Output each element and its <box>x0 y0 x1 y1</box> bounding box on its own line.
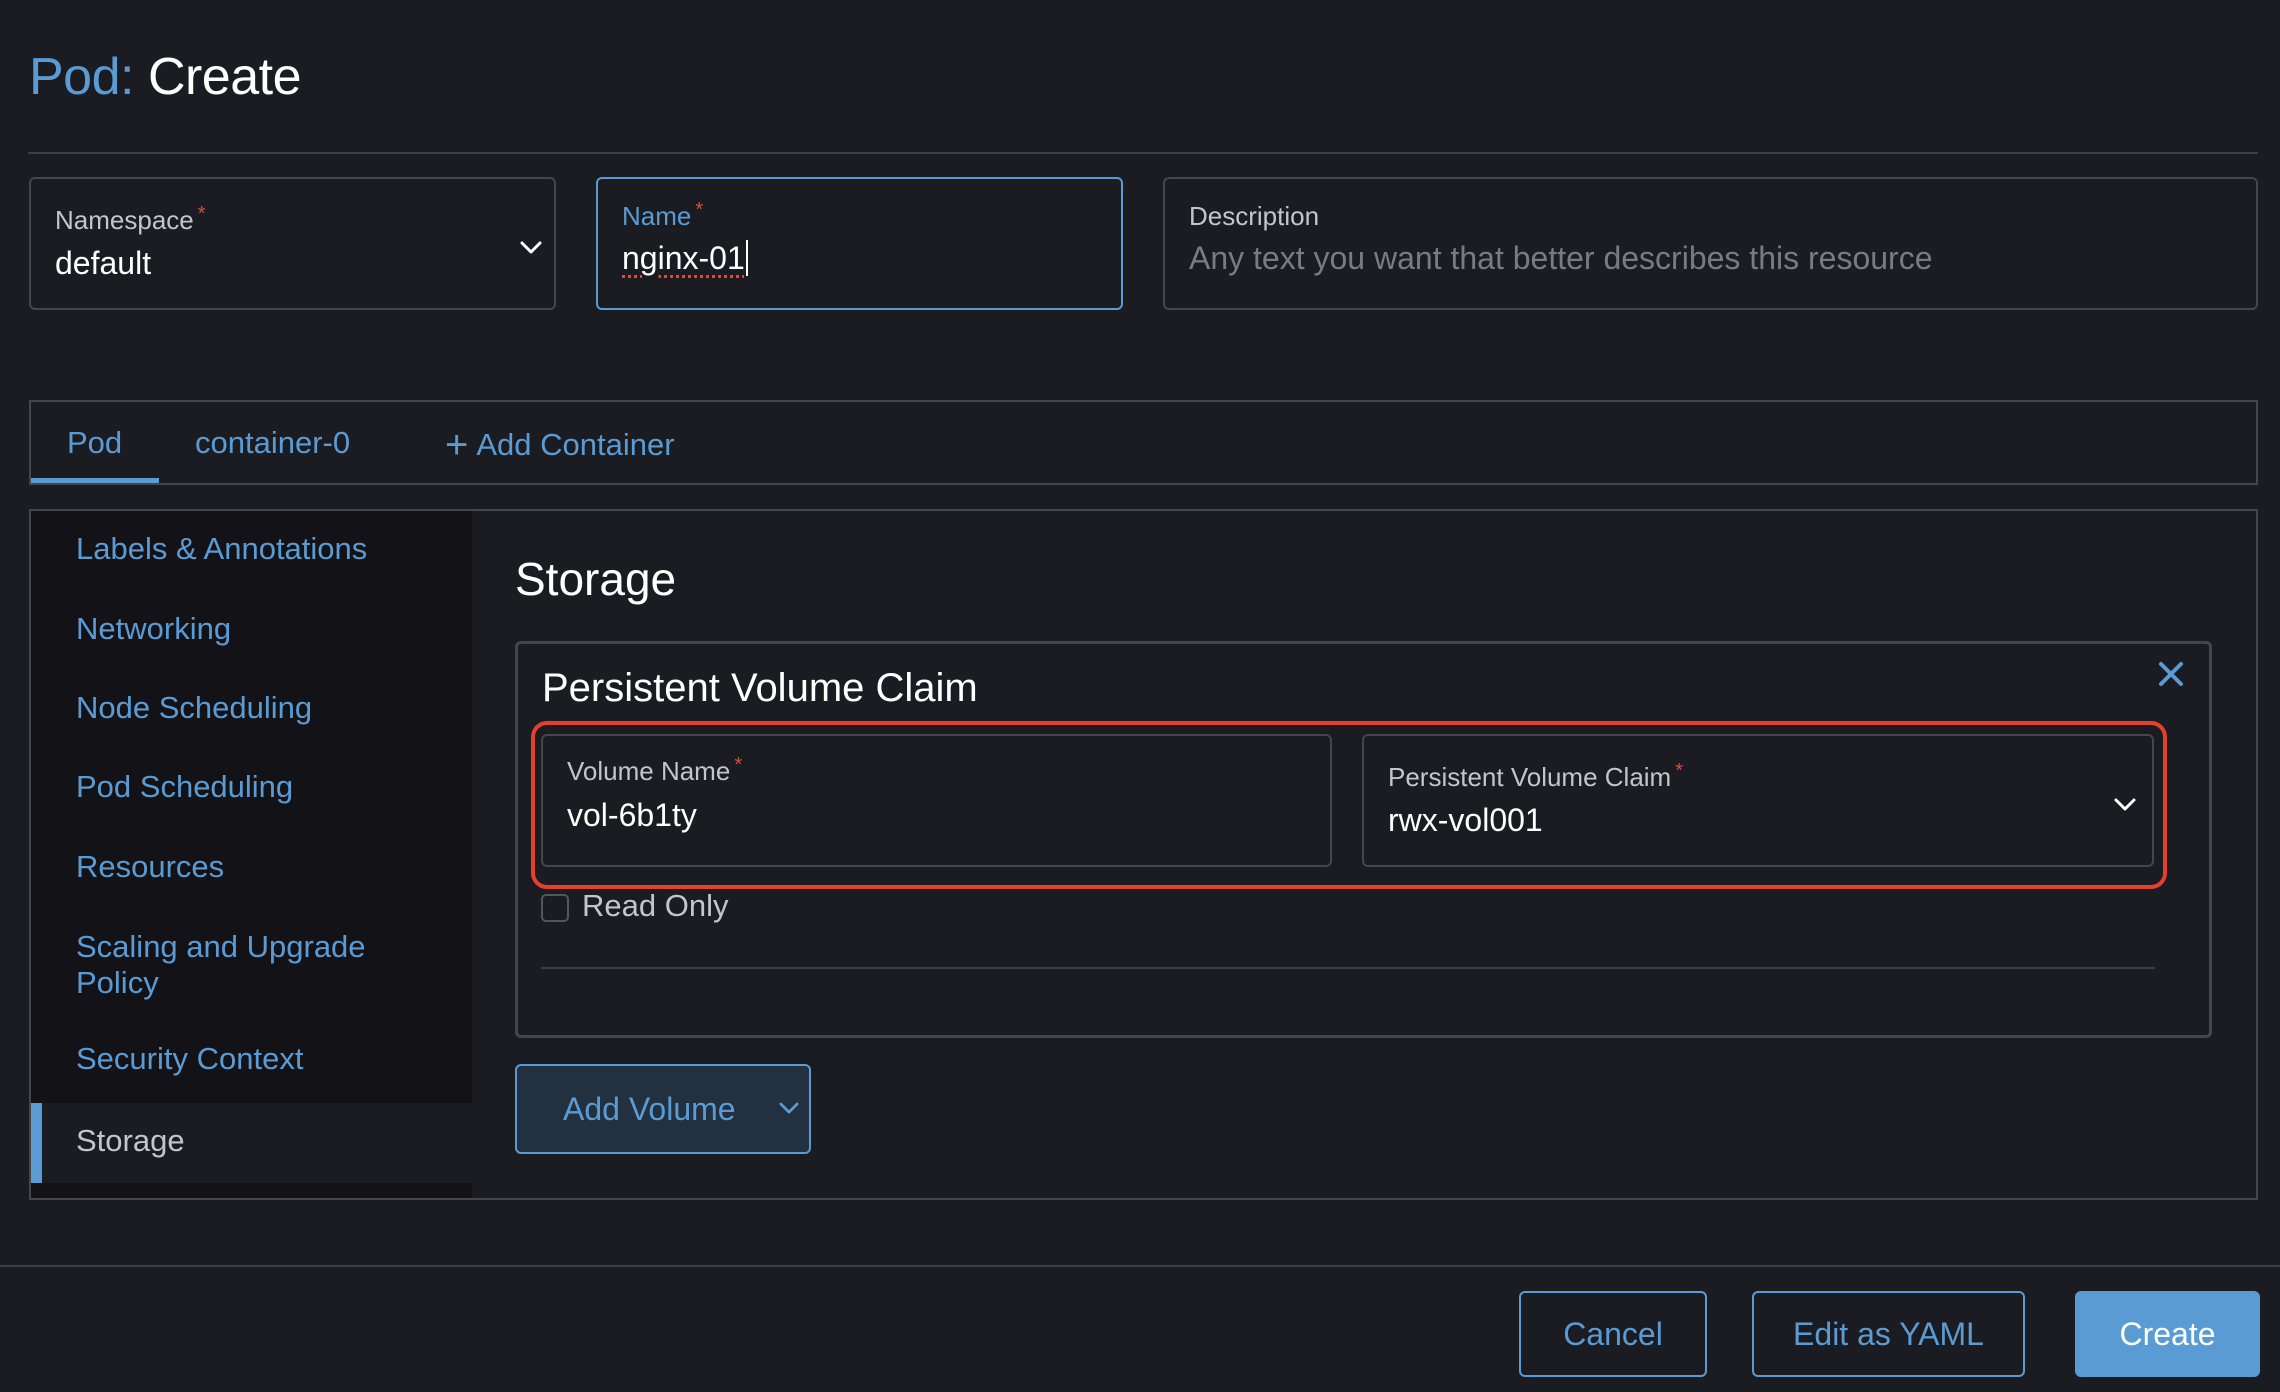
chevron-down-icon <box>779 1102 799 1115</box>
footer-divider <box>0 1265 2280 1267</box>
namespace-select[interactable]: Namespace* default <box>29 177 556 310</box>
active-indicator <box>31 1103 42 1183</box>
text-caret <box>746 240 748 276</box>
add-container-tab[interactable]: +Add Container <box>429 402 691 483</box>
name-value: nginx-01 <box>622 240 748 279</box>
add-volume-dropdown-button[interactable]: Add Volume <box>515 1064 811 1154</box>
remove-volume-close-icon[interactable] <box>2151 654 2191 694</box>
chevron-down-icon <box>520 241 542 255</box>
volume-card-title: Persistent Volume Claim <box>542 666 978 711</box>
namespace-value: default <box>55 245 151 282</box>
sidebar-item-pod-scheduling[interactable]: Pod Scheduling <box>76 769 293 805</box>
plus-icon: + <box>445 423 468 467</box>
name-input[interactable]: Name* nginx-01 <box>596 177 1123 310</box>
edit-yaml-button[interactable]: Edit as YAML <box>1752 1291 2025 1377</box>
tab-bar: Pod container-0 +Add Container <box>29 400 2258 485</box>
header-divider <box>28 152 2258 154</box>
highlight-annotation <box>531 721 2167 889</box>
sidebar-nav: Labels & Annotations Networking Node Sch… <box>31 511 472 1198</box>
sidebar-item-node-scheduling[interactable]: Node Scheduling <box>76 690 312 726</box>
namespace-label: Namespace* <box>55 205 206 236</box>
page-title: Pod: Create <box>29 42 301 112</box>
name-label: Name* <box>622 201 703 232</box>
cancel-button[interactable]: Cancel <box>1519 1291 1707 1377</box>
sidebar-item-storage[interactable]: Storage <box>31 1103 472 1183</box>
page-title-resource: Pod: <box>29 48 134 106</box>
description-placeholder: Any text you want that better describes … <box>1189 240 1932 277</box>
sidebar-item-labels-annotations[interactable]: Labels & Annotations <box>76 531 367 567</box>
read-only-checkbox[interactable] <box>541 894 569 922</box>
read-only-label[interactable]: Read Only <box>582 888 728 924</box>
sidebar-item-scaling-upgrade-policy[interactable]: Scaling and Upgrade Policy <box>76 929 366 1001</box>
tab-pod[interactable]: Pod <box>31 402 159 483</box>
section-title: Storage <box>515 552 676 606</box>
description-input[interactable]: Description Any text you want that bette… <box>1163 177 2258 310</box>
description-label: Description <box>1189 201 1319 232</box>
tab-container-0[interactable]: container-0 <box>159 402 386 483</box>
page-title-action: Create <box>148 48 301 106</box>
sidebar-item-security-context[interactable]: Security Context <box>76 1041 303 1077</box>
create-button[interactable]: Create <box>2075 1291 2260 1377</box>
card-divider <box>541 967 2155 969</box>
sidebar-item-networking[interactable]: Networking <box>76 611 231 647</box>
sidebar-item-resources[interactable]: Resources <box>76 849 224 885</box>
